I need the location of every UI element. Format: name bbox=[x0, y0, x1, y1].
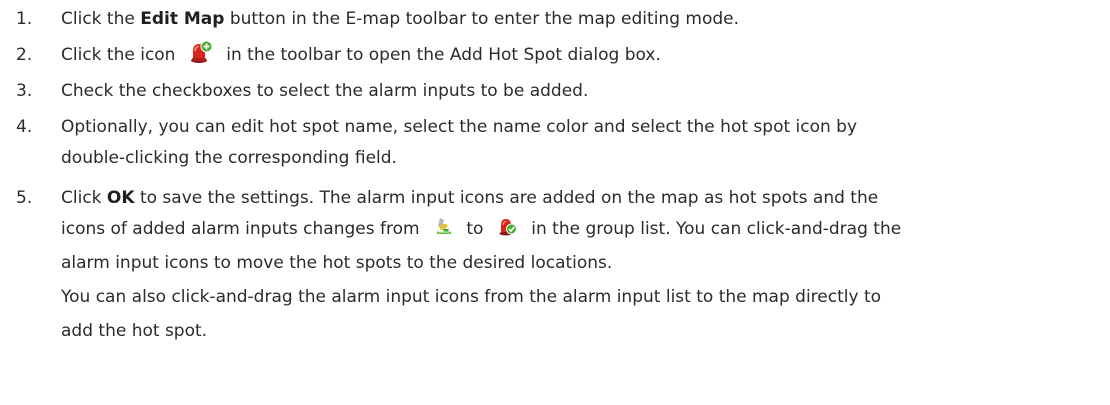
instruction-steps: 1. Click the Edit Map button in the E-ma… bbox=[0, 0, 1110, 405]
step-text: Check the checkboxes to select the alarm… bbox=[61, 81, 589, 101]
step-number: 4. bbox=[16, 117, 33, 137]
ok-label: OK bbox=[106, 188, 135, 208]
step-text: Click the icon in the toolbar to open th… bbox=[61, 40, 1101, 69]
note-line-1: You can also click-and-drag the alarm in… bbox=[61, 287, 882, 307]
edit-map-label: Edit Map bbox=[140, 9, 225, 29]
step-number: 3. bbox=[16, 81, 33, 101]
step-number: 5. bbox=[16, 188, 33, 208]
alarm-input-icon bbox=[434, 216, 454, 236]
step-text: Optionally, you can edit hot spot name, … bbox=[61, 117, 858, 168]
step-text: Click the Edit Map button in the E-map t… bbox=[61, 9, 740, 29]
added-alarm-input-icon bbox=[498, 216, 518, 236]
note-line-2: add the hot spot. bbox=[61, 321, 208, 341]
step-number: 1. bbox=[16, 9, 33, 29]
step-text: Click OK to save the settings. The alarm… bbox=[61, 184, 1101, 348]
add-hot-spot-icon bbox=[189, 40, 213, 64]
step-number: 2. bbox=[16, 45, 33, 65]
